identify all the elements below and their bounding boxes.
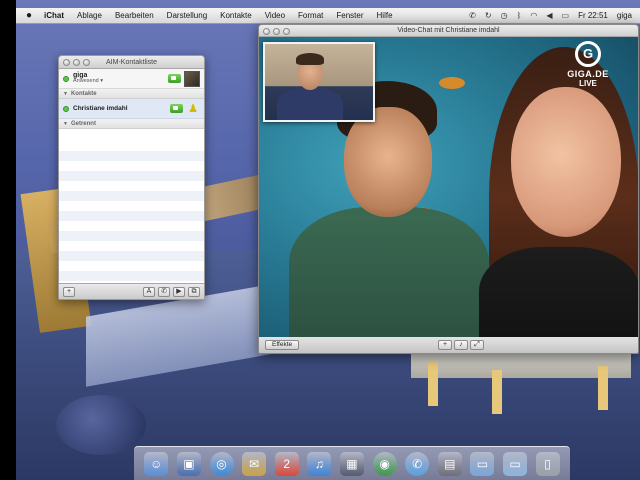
available-status-icon (63, 75, 69, 82)
itunes-icon[interactable]: ♫ (307, 452, 332, 476)
zoom-button[interactable] (83, 59, 90, 66)
buddy-avatar-icon: ♟ (188, 102, 198, 115)
giga-logo-name: GIGA.DE (567, 69, 609, 79)
buddy-list-window: AIM-Kontaktliste giga Anwesend ▾ ▼ Konta… (58, 55, 205, 300)
timemachine-menu-icon[interactable]: ◷ (501, 11, 508, 20)
menu-hilfe[interactable]: Hilfe (377, 11, 393, 20)
close-button[interactable] (263, 28, 270, 35)
minimize-button[interactable] (273, 28, 280, 35)
minimize-button[interactable] (73, 59, 80, 66)
video-chat-toolbar: Effekte + ♪ ⤢ (259, 337, 638, 353)
giga-live-label: LIVE (579, 79, 597, 88)
close-button[interactable] (63, 59, 70, 66)
giga-logo-icon: G (575, 41, 601, 67)
bluetooth-icon[interactable]: ᛒ (517, 11, 522, 20)
menu-kontakte[interactable]: Kontakte (220, 11, 252, 20)
video-chat-title: Video-Chat mit Christiane imdahl (397, 27, 500, 34)
trash-icon[interactable]: ▯ (535, 452, 560, 476)
menu-bar: ● iChat Ablage Bearbeiten Darstellung Ko… (16, 8, 640, 24)
contact-row[interactable]: Christiane imdahl ♟ (59, 99, 204, 119)
fullscreen-icon[interactable]: ⤢ (470, 340, 484, 350)
local-preview-video[interactable] (263, 42, 375, 122)
apple-menu-icon[interactable]: ● (26, 10, 32, 21)
add-participant-icon[interactable]: + (438, 340, 452, 350)
video-chat-icon[interactable] (170, 104, 183, 113)
safari-icon[interactable]: ◎ (209, 452, 234, 476)
menu-video[interactable]: Video (265, 11, 285, 20)
wallpaper-leg (492, 370, 502, 414)
video-chat-window: Video-Chat mit Christiane imdahl G GIGA.… (258, 24, 639, 354)
contact-list-empty-area (59, 141, 204, 283)
giga-live-watermark: G GIGA.DE LIVE (550, 41, 626, 88)
buddy-list-title: AIM-Kontaktliste (106, 58, 157, 66)
audio-chat-button[interactable]: ✆ (158, 286, 170, 297)
group-header-getrennt[interactable]: ▼ Getrennt (59, 119, 204, 129)
downloads-icon[interactable]: ▭ (503, 452, 527, 476)
effects-button[interactable]: Effekte (265, 340, 300, 350)
menu-clock[interactable]: Fr 22:51 (578, 11, 608, 20)
contact-name: Christiane imdahl (73, 105, 128, 112)
camera-icon[interactable] (168, 74, 181, 83)
buddy-list-toolbar: + A ✆ ▶ ⧉ (59, 283, 204, 299)
finder-icon[interactable]: ☺ (144, 452, 169, 476)
preview-icon[interactable]: ▣ (176, 452, 201, 476)
menu-fenster[interactable]: Fenster (336, 11, 363, 20)
menu-ablage[interactable]: Ablage (77, 11, 102, 20)
menu-bearbeiten[interactable]: Bearbeiten (115, 11, 154, 20)
my-status-row: giga Anwesend ▾ (59, 69, 204, 89)
menu-user[interactable]: giga (617, 11, 632, 20)
disclosure-triangle-icon[interactable]: ▼ (63, 121, 68, 127)
my-status-menu[interactable]: Anwesend ▾ (73, 79, 168, 85)
folder-icon[interactable]: ▭ (470, 452, 495, 476)
menu-darstellung[interactable]: Darstellung (167, 11, 207, 20)
dock: ☺ ▣ ◎ ✉ 2 ♫ ▦ ◉ ✆ ▤ ▭ ▭ ▯ (134, 446, 570, 480)
group-label: Kontakte (70, 90, 97, 97)
menu-format[interactable]: Format (298, 11, 323, 20)
buddy-list-titlebar[interactable]: AIM-Kontaktliste (59, 56, 204, 69)
ichat-icon[interactable]: ✆ (405, 452, 430, 476)
frontrow-icon[interactable]: ▦ (339, 452, 364, 476)
my-avatar[interactable] (184, 70, 200, 87)
battery-icon[interactable]: ▭ (562, 11, 570, 20)
zoom-button[interactable] (283, 28, 290, 35)
remote-video-feed[interactable]: G GIGA.DE LIVE (259, 37, 638, 353)
volume-icon[interactable]: ◀ (546, 11, 552, 20)
group-label: Getrennt (70, 120, 96, 127)
ichat-status-icon[interactable]: ✆ (469, 11, 476, 20)
disclosure-triangle-icon[interactable]: ▼ (63, 91, 68, 97)
wallpaper-rock (56, 395, 146, 455)
video-chat-titlebar[interactable]: Video-Chat mit Christiane imdahl (259, 25, 638, 37)
add-contact-button[interactable]: + (63, 286, 75, 297)
mail-icon[interactable]: ✉ (242, 452, 267, 476)
ical-icon[interactable]: 2 (274, 452, 299, 476)
group-header-kontakte[interactable]: ▼ Kontakte (59, 89, 204, 99)
screen-share-button[interactable]: ⧉ (188, 286, 200, 297)
photobooth-icon[interactable]: ▤ (437, 452, 462, 476)
menu-app-ichat[interactable]: iChat (44, 11, 64, 20)
wallpaper-leg (598, 366, 608, 410)
timemachine-icon[interactable]: ◉ (372, 452, 397, 476)
text-chat-button[interactable]: A (143, 286, 155, 297)
video-chat-button[interactable]: ▶ (173, 286, 185, 297)
mute-microphone-icon[interactable]: ♪ (454, 340, 468, 350)
available-status-icon (63, 105, 69, 112)
wallpaper-leg (428, 362, 438, 406)
sync-icon[interactable]: ↻ (485, 11, 492, 20)
wifi-icon[interactable]: ◠ (530, 11, 537, 20)
